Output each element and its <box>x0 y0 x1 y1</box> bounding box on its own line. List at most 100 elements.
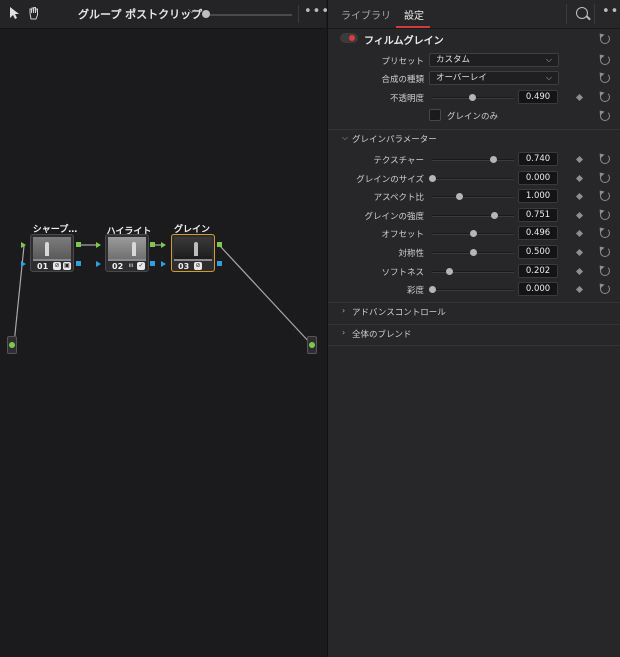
param-slider-handle[interactable] <box>469 230 477 237</box>
param-label: テクスチャー <box>373 156 424 166</box>
param-slider[interactable] <box>432 178 514 180</box>
zoom-slider-handle[interactable] <box>202 10 210 18</box>
grain-only-checkbox[interactable] <box>429 109 441 121</box>
search-icon[interactable] <box>576 7 588 19</box>
preset-value: カスタム <box>436 55 471 65</box>
keyframe-icon[interactable] <box>575 93 584 102</box>
curves-icon: ııı <box>128 262 134 269</box>
reset-icon[interactable] <box>600 73 610 83</box>
preset-dropdown[interactable]: カスタム ⌵ <box>429 53 559 67</box>
param-slider[interactable] <box>432 271 514 273</box>
reset-icon[interactable] <box>600 284 610 294</box>
node-03[interactable]: 03 ⊘ <box>171 234 215 272</box>
reset-icon[interactable] <box>600 247 610 257</box>
keyframe-icon[interactable] <box>575 211 584 220</box>
node-alpha-input-port[interactable] <box>161 261 166 267</box>
chevron-down-icon: ⌵ <box>545 73 552 82</box>
opacity-value-field[interactable]: 0.490 <box>518 90 558 104</box>
node-editor[interactable]: グループ ポストクリップ ⌵ ••• シャープ… 01 ⊘ ▣ ハイライト 02… <box>0 0 329 657</box>
param-slider[interactable] <box>432 159 514 161</box>
keyframe-icon[interactable] <box>575 155 584 164</box>
hand-tool-icon[interactable] <box>26 6 42 22</box>
zoom-slider[interactable] <box>204 14 292 16</box>
node-alpha-output-port[interactable] <box>76 261 81 266</box>
param-value-field[interactable]: 0.500 <box>518 245 558 259</box>
tab-library[interactable]: ライブラリ <box>341 7 391 22</box>
reset-icon[interactable] <box>600 173 610 183</box>
param-slider[interactable] <box>432 196 514 198</box>
effect-icon: ⊘ <box>53 262 61 270</box>
keyframe-icon[interactable] <box>575 174 584 183</box>
param-slider[interactable] <box>432 289 514 291</box>
param-slider-handle[interactable] <box>456 193 464 200</box>
chevron-right-icon: › <box>342 306 346 315</box>
chevron-down-icon: ⌵ <box>545 55 552 64</box>
reset-icon[interactable] <box>600 191 610 201</box>
node-thumbnail <box>108 237 146 259</box>
node-alpha-output-port[interactable] <box>217 261 222 266</box>
reset-icon[interactable] <box>600 34 610 44</box>
pointer-tool-icon[interactable] <box>6 6 22 22</box>
param-slider-handle[interactable] <box>489 156 497 163</box>
keyframe-icon[interactable] <box>575 229 584 238</box>
reset-icon[interactable] <box>600 266 610 276</box>
keyframe-icon[interactable] <box>575 285 584 294</box>
output-node[interactable] <box>307 336 317 354</box>
reset-icon[interactable] <box>600 55 610 65</box>
param-value-field[interactable]: 0.496 <box>518 226 558 240</box>
preset-label: プリセット <box>381 57 424 67</box>
param-value-field[interactable]: 0.202 <box>518 264 558 278</box>
param-slider-handle[interactable] <box>429 175 436 182</box>
param-slider-handle[interactable] <box>470 249 477 256</box>
keyframe-icon[interactable] <box>575 248 584 257</box>
node-alpha-input-port[interactable] <box>96 261 101 267</box>
more-options-icon[interactable]: ••• <box>602 4 620 19</box>
node-rgb-output-port[interactable] <box>217 242 222 247</box>
param-slider-handle[interactable] <box>429 286 436 293</box>
node-status-bar <box>33 259 71 261</box>
param-value-field[interactable]: 0.751 <box>518 208 558 222</box>
reset-icon[interactable] <box>600 92 610 102</box>
clip-mode-dropdown[interactable]: グループ ポストクリップ <box>78 6 202 22</box>
composite-type-dropdown[interactable]: オーバーレイ ⌵ <box>429 71 559 85</box>
reset-icon[interactable] <box>600 210 610 220</box>
node-status-bar <box>174 259 212 261</box>
param-value-field[interactable]: 0.000 <box>518 171 558 185</box>
param-value-field[interactable]: 0.000 <box>518 282 558 296</box>
chevron-down-icon[interactable]: ⌵ <box>188 5 196 16</box>
section-divider <box>328 345 620 346</box>
advanced-controls-section[interactable]: › アドバンスコントロール <box>328 302 620 320</box>
keyframe-icon[interactable] <box>575 267 584 276</box>
param-value-field[interactable]: 1.000 <box>518 189 558 203</box>
param-value-field[interactable]: 0.740 <box>518 152 558 166</box>
node-rgb-input-port[interactable] <box>96 242 101 248</box>
node-rgb-output-port[interactable] <box>76 242 81 247</box>
effect-enable-toggle[interactable] <box>340 33 358 43</box>
node-alpha-input-port[interactable] <box>21 261 26 267</box>
grain-parameters-section[interactable]: ⌵ グレインパラメーター <box>328 129 620 147</box>
chevron-down-icon: ⌵ <box>342 133 349 142</box>
node-rgb-output-port[interactable] <box>150 242 155 247</box>
section-title: グレインパラメーター <box>352 135 437 145</box>
node-rgb-input-port[interactable] <box>21 242 26 248</box>
node-01[interactable]: 01 ⊘ ▣ <box>30 234 74 272</box>
keyframe-icon[interactable] <box>575 192 584 201</box>
node-rgb-input-port[interactable] <box>161 242 166 248</box>
param-slider[interactable] <box>432 215 514 217</box>
reset-icon[interactable] <box>600 154 610 164</box>
composite-type-label: 合成の種類 <box>381 75 424 85</box>
opacity-slider-handle[interactable] <box>469 94 477 101</box>
node-02[interactable]: 02 ııı ✓ <box>105 234 149 272</box>
fx-icon: ▣ <box>63 262 71 270</box>
node-alpha-output-port[interactable] <box>150 261 155 266</box>
global-blend-section[interactable]: › 全体のブレンド <box>328 324 620 342</box>
param-slider-handle[interactable] <box>445 268 453 275</box>
reset-icon[interactable] <box>600 111 610 121</box>
param-slider-handle[interactable] <box>490 212 498 219</box>
source-input-node[interactable] <box>7 336 17 354</box>
param-label: グレインの強度 <box>364 212 424 222</box>
node-thumbnail <box>174 237 212 259</box>
tab-settings[interactable]: 設定 <box>404 7 424 22</box>
reset-icon[interactable] <box>600 228 610 238</box>
param-label: ソフトネス <box>381 268 424 278</box>
